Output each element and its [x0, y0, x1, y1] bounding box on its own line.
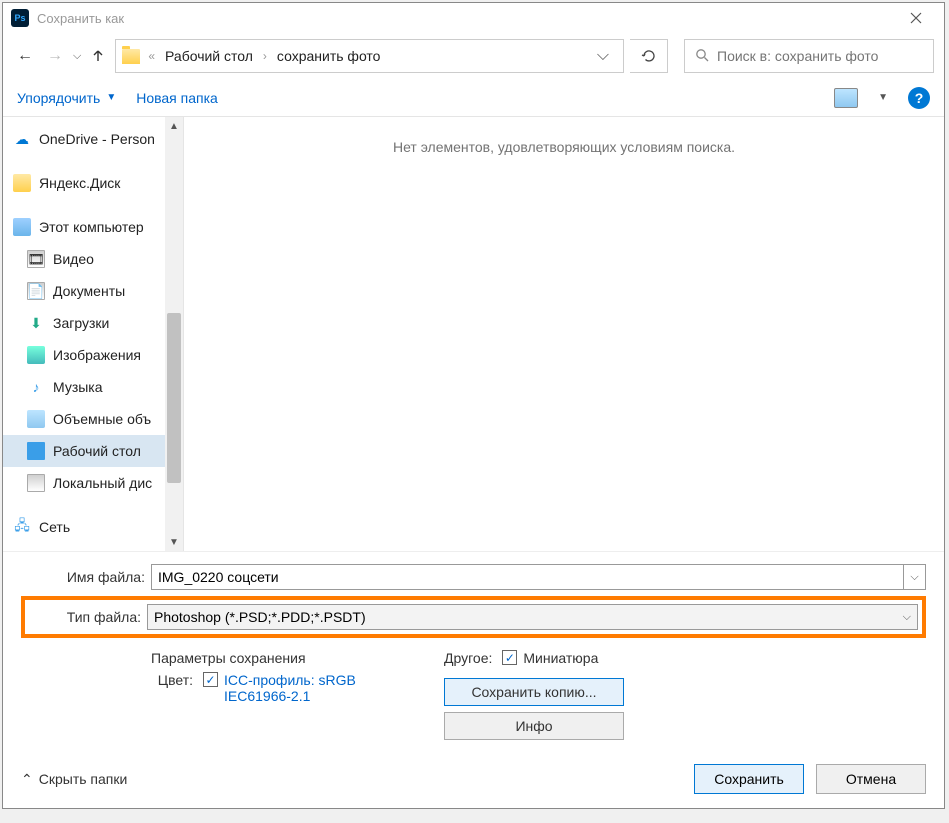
tree-item-network[interactable]: 🖧Сеть: [3, 511, 183, 543]
tree-item-yandex-disk[interactable]: Яндекс.Диск: [3, 167, 183, 199]
dialog-title: Сохранить как: [37, 11, 896, 26]
scroll-down-icon[interactable]: ▼: [165, 533, 183, 551]
file-list-area: Нет элементов, удовлетворяющих условиям …: [183, 117, 944, 551]
close-icon: [910, 12, 922, 24]
save-copy-button[interactable]: Сохранить копию...: [444, 678, 624, 706]
close-button[interactable]: [896, 4, 936, 32]
desktop-icon: [27, 442, 45, 460]
view-options-button[interactable]: [834, 88, 858, 108]
info-button[interactable]: Инфо: [444, 712, 624, 740]
other-label: Другое:: [444, 650, 496, 666]
search-icon: [695, 48, 709, 65]
refresh-button[interactable]: [630, 39, 668, 73]
network-icon: 🖧: [13, 518, 31, 536]
view-dropdown[interactable]: ▼: [878, 92, 888, 103]
cube-icon: [27, 410, 45, 428]
download-icon: ⬇: [27, 314, 45, 332]
tree-item-downloads[interactable]: ⬇Загрузки: [3, 307, 183, 339]
tree-item-music[interactable]: ♪Музыка: [3, 371, 183, 403]
folder-icon: [122, 49, 140, 64]
empty-message: Нет элементов, удовлетворяющих условиям …: [184, 139, 944, 155]
nav-up-button[interactable]: [87, 45, 109, 67]
nav-forward-button[interactable]: →: [43, 44, 67, 68]
bottom-panel: Имя файла: ⌵ Тип файла: Photoshop (*.PSD…: [3, 551, 944, 750]
nav-bar: ← → ⌵ « Рабочий стол › сохранить фото ⌵: [3, 33, 944, 79]
address-dropdown[interactable]: ⌵: [589, 47, 617, 65]
tree-item-this-pc[interactable]: Этот компьютер: [3, 211, 183, 243]
toolbar: Упорядочить▼ Новая папка ▼ ?: [3, 79, 944, 117]
tree-item-desktop[interactable]: Рабочий стол: [3, 435, 183, 467]
help-button[interactable]: ?: [908, 87, 930, 109]
music-icon: ♪: [27, 378, 45, 396]
dialog-body: ☁OneDrive - Person Яндекс.Диск Этот комп…: [3, 117, 944, 551]
save-button[interactable]: Сохранить: [694, 764, 804, 794]
filename-dropdown[interactable]: ⌵: [904, 564, 926, 590]
thumbnail-checkbox[interactable]: ✓: [502, 650, 517, 665]
color-label: Цвет:: [151, 672, 197, 688]
refresh-icon: [641, 48, 657, 64]
new-folder-button[interactable]: Новая папка: [136, 90, 218, 106]
address-bar[interactable]: « Рабочий стол › сохранить фото ⌵: [115, 39, 624, 73]
organize-button[interactable]: Упорядочить▼: [17, 90, 116, 106]
tree-item-images[interactable]: Изображения: [3, 339, 183, 371]
cancel-button[interactable]: Отмена: [816, 764, 926, 794]
tree-item-onedrive[interactable]: ☁OneDrive - Person: [3, 123, 183, 155]
filetype-highlight: Тип файла: Photoshop (*.PSD;*.PDD;*.PSDT…: [21, 596, 926, 638]
footer: ⌃ Скрыть папки Сохранить Отмена: [3, 750, 944, 808]
chevron-down-icon: ▼: [106, 92, 116, 103]
scroll-up-icon[interactable]: ▲: [165, 117, 183, 135]
tree-item-documents[interactable]: 📄Документы: [3, 275, 183, 307]
chevron-up-icon: ⌃: [21, 771, 33, 788]
document-icon: 📄: [27, 282, 45, 300]
nav-history-dropdown[interactable]: ⌵: [73, 50, 81, 63]
search-box[interactable]: [684, 39, 934, 73]
filetype-label: Тип файла:: [29, 609, 147, 625]
filename-label: Имя файла:: [21, 569, 151, 585]
cloud-icon: ☁: [13, 130, 31, 148]
icc-profile-link[interactable]: ICC-профиль: sRGB IEC61966-2.1: [224, 672, 384, 704]
tree-item-3d-objects[interactable]: Объемные объ: [3, 403, 183, 435]
filename-input[interactable]: [151, 564, 904, 590]
save-as-dialog: Ps Сохранить как ← → ⌵ « Рабочий стол › …: [2, 2, 945, 809]
tree-item-video[interactable]: 🎞Видео: [3, 243, 183, 275]
save-params-heading: Параметры сохранения: [151, 650, 384, 666]
pc-icon: [13, 218, 31, 236]
search-input[interactable]: [717, 48, 923, 64]
save-options: Параметры сохранения Цвет: ✓ ICC-профиль…: [21, 644, 926, 746]
nav-tree: ☁OneDrive - Person Яндекс.Диск Этот комп…: [3, 117, 183, 551]
titlebar: Ps Сохранить как: [3, 3, 944, 33]
up-arrow-icon: [91, 49, 105, 63]
video-icon: 🎞: [27, 250, 45, 268]
filetype-dropdown[interactable]: Photoshop (*.PSD;*.PDD;*.PSDT) ⌵: [147, 604, 918, 630]
scrollbar-thumb[interactable]: [167, 313, 181, 483]
breadcrumb-seg2[interactable]: сохранить фото: [275, 46, 383, 66]
chevron-down-icon: ⌵: [903, 611, 911, 624]
tree-item-local-disk[interactable]: Локальный дис: [3, 467, 183, 499]
sidebar-scrollbar[interactable]: ▲ ▼: [165, 117, 183, 551]
breadcrumb-seg1[interactable]: Рабочий стол: [163, 46, 255, 66]
yandex-disk-icon: [13, 174, 31, 192]
breadcrumb-prefix: «: [144, 49, 159, 63]
disk-icon: [27, 474, 45, 492]
filename-row: Имя файла: ⌵: [21, 564, 926, 590]
nav-back-button[interactable]: ←: [13, 44, 37, 68]
photoshop-app-icon: Ps: [11, 9, 29, 27]
icc-profile-checkbox[interactable]: ✓: [203, 672, 218, 687]
filetype-value: Photoshop (*.PSD;*.PDD;*.PSDT): [154, 609, 366, 625]
images-icon: [27, 346, 45, 364]
breadcrumb-chevron-icon: ›: [259, 49, 271, 63]
hide-folders-toggle[interactable]: ⌃ Скрыть папки: [21, 771, 127, 788]
thumbnail-label: Миниатюра: [523, 650, 598, 666]
